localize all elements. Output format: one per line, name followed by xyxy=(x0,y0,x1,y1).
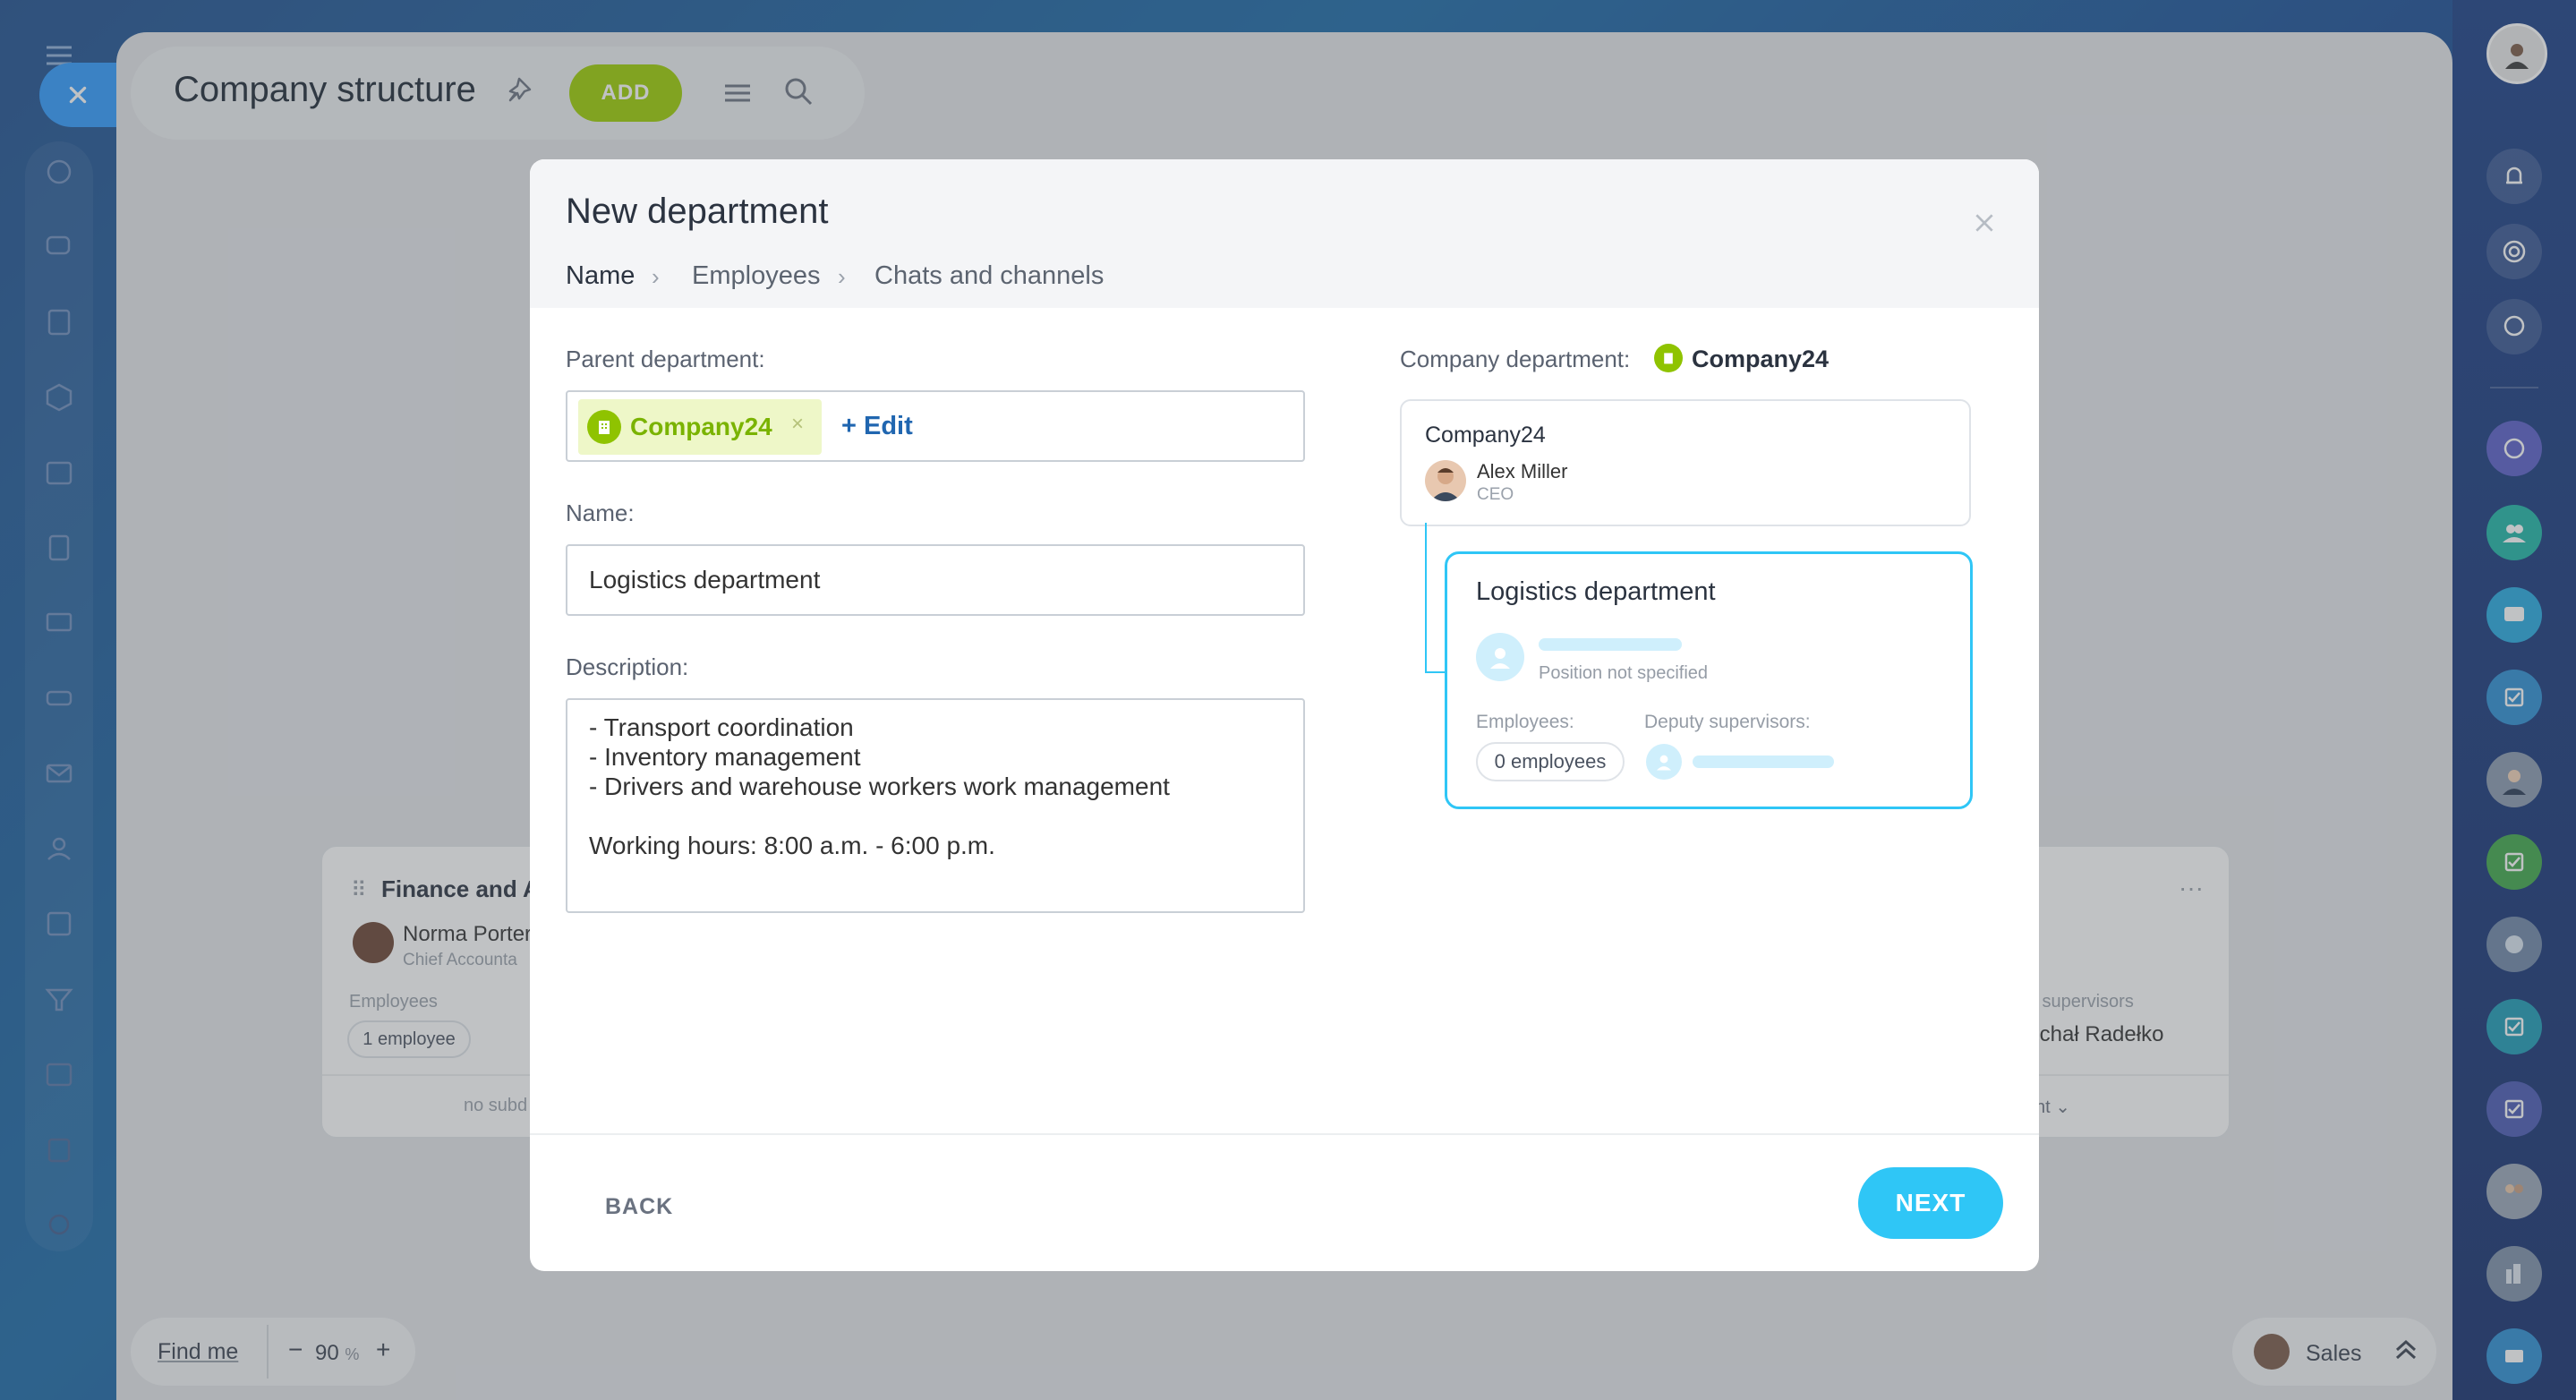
deputy-avatar-icon xyxy=(1646,744,1682,780)
name-input-value: Logistics department xyxy=(589,566,821,593)
step-employees[interactable]: Employees xyxy=(692,261,820,291)
parent-tag[interactable]: Company24 × xyxy=(578,399,822,455)
description-line-2: - Inventory management xyxy=(589,743,861,771)
next-button[interactable]: NEXT xyxy=(1858,1167,2003,1239)
dialog-title: New department xyxy=(566,192,829,231)
preview-head-name: Alex Miller xyxy=(1477,460,1568,482)
parent-department-field[interactable]: Company24 × + Edit xyxy=(566,390,1305,462)
name-placeholder-bar xyxy=(1539,638,1682,651)
preview-head-position: CEO xyxy=(1477,485,1514,504)
preview-employees-label: Employees: xyxy=(1476,712,1574,732)
parent-tag-label: Company24 xyxy=(630,413,772,440)
position-placeholder: Position not specified xyxy=(1539,663,1709,683)
chevron-right-icon: › xyxy=(652,263,660,290)
description-textarea[interactable]: - Transport coordination - Inventory man… xyxy=(566,698,1305,913)
description-line-3: - Drivers and warehouse workers work man… xyxy=(589,773,1170,800)
preview-deputy-label: Deputy supervisors: xyxy=(1644,712,1811,732)
description-line-1: - Transport coordination xyxy=(589,713,854,741)
chevron-right-icon: › xyxy=(838,263,846,290)
company-building-icon xyxy=(1654,344,1683,372)
preview-parent-title: Company24 xyxy=(1425,423,1546,448)
parent-department-label: Parent department: xyxy=(566,346,765,372)
name-label: Name: xyxy=(566,499,635,526)
placeholder-avatar-icon xyxy=(1476,633,1524,681)
dialog-close-icon[interactable] xyxy=(1973,211,1996,239)
description-line-5: Working hours: 8:00 a.m. - 6:00 p.m. xyxy=(589,832,995,859)
description-label: Description: xyxy=(566,653,689,680)
preview-department-card: Logistics department Position not specif… xyxy=(1445,551,1973,809)
edit-parent-button[interactable]: + Edit xyxy=(841,412,913,441)
remove-tag-icon[interactable]: × xyxy=(791,412,804,437)
preview-parent-card: Company24 Alex Miller CEO xyxy=(1400,399,1971,526)
step-name[interactable]: Name xyxy=(566,261,635,291)
deputy-placeholder-bar xyxy=(1693,755,1834,768)
connector-line xyxy=(1425,523,1427,673)
avatar xyxy=(1425,460,1466,501)
name-input[interactable]: Logistics department xyxy=(566,544,1305,616)
preview-dept-title: Logistics department xyxy=(1476,577,1716,606)
step-chats-channels[interactable]: Chats and channels xyxy=(874,261,1104,291)
new-department-dialog: New department Name › Employees › Chats … xyxy=(530,159,2039,1271)
back-button[interactable]: BACK xyxy=(605,1194,673,1220)
preview-employees-pill: 0 employees xyxy=(1476,742,1625,781)
dialog-footer-divider xyxy=(530,1133,2039,1135)
company-name: Company24 xyxy=(1692,346,1830,372)
building-icon xyxy=(587,410,621,444)
company-department-label: Company department: xyxy=(1400,346,1631,372)
